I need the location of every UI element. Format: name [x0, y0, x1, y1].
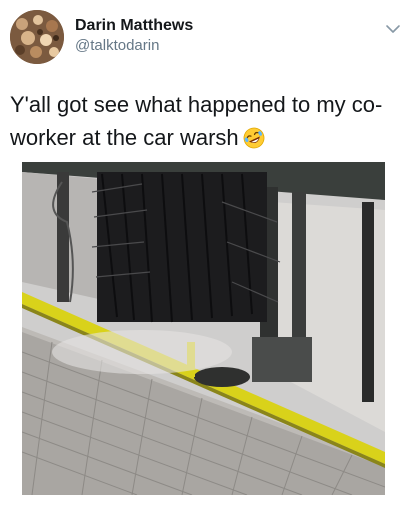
user-handle[interactable]: @talktodarin: [75, 37, 159, 54]
chevron-down-icon[interactable]: [384, 22, 402, 36]
video-frame[interactable]: [22, 162, 385, 495]
avatar-photo-icon: [10, 10, 64, 64]
rolling-on-floor-laughing-icon: [243, 127, 265, 149]
car-wash-scene: [22, 162, 385, 495]
tweet-text: Y'all got see what happened to my co-wor…: [10, 88, 400, 154]
tweet-text-content: Y'all got see what happened to my co-wor…: [10, 92, 383, 150]
display-name[interactable]: Darin Matthews: [75, 17, 193, 35]
avatar[interactable]: [10, 10, 64, 64]
